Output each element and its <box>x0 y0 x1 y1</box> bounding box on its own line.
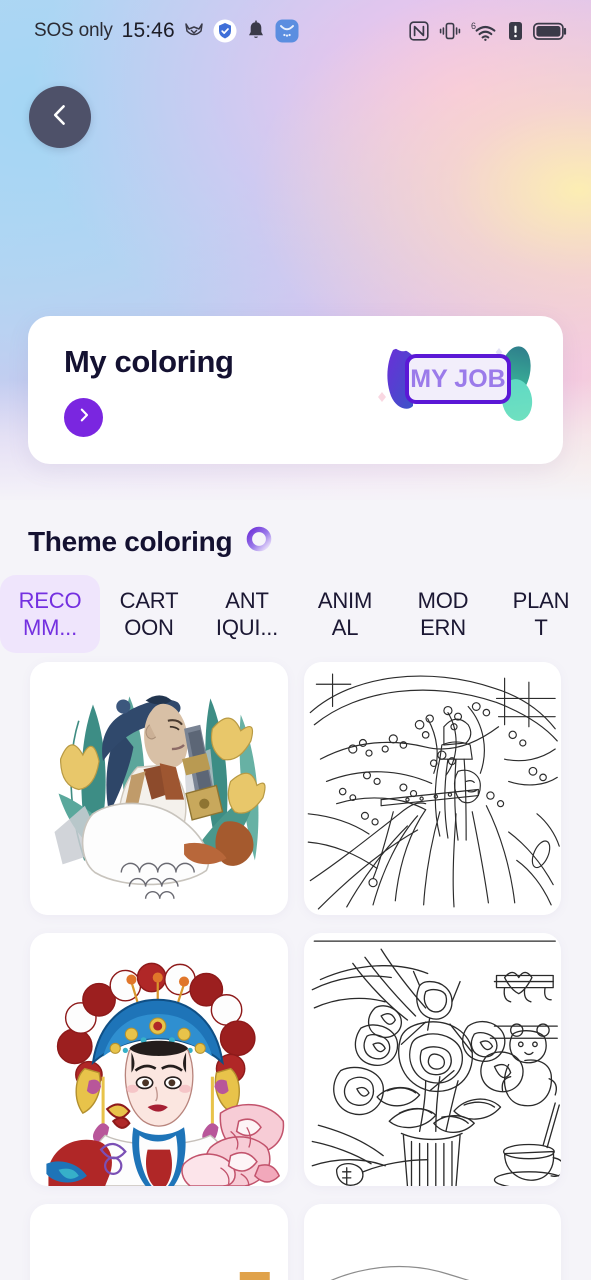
tab-plant[interactable]: PLAN T <box>492 575 590 653</box>
carrier-label: SOS only <box>34 20 113 41</box>
tab-plant-line1: PLAN <box>512 588 570 613</box>
theme-coloring-heading: Theme coloring <box>28 524 274 559</box>
fox-icon <box>184 22 204 40</box>
tab-cartoon-line1: CART <box>119 588 179 613</box>
tab-recommend-line1: RECO <box>18 588 82 613</box>
tab-modern-line2: ERN <box>420 615 466 640</box>
tab-plant-line2: T <box>534 615 548 640</box>
gallery-item-warrior-with-sword-colored[interactable]: Man with long dark hair and sword among … <box>30 662 288 915</box>
tab-modern[interactable]: MOD ERN <box>394 575 492 653</box>
tab-antique-line2: IQUI... <box>215 615 279 640</box>
status-bar: SOS only 15:46 6 <box>0 0 591 62</box>
gallery-item-flute-player-lineart[interactable]: Woman playing flute under blossom branch… <box>303 662 561 915</box>
my-job-text: MY JOB <box>410 365 505 393</box>
gallery-item-office-scene-colored[interactable]: Woman with bun at office desk with color… <box>30 1204 288 1280</box>
purple-ring-icon <box>244 524 274 559</box>
shield-icon <box>213 19 237 43</box>
tab-antique[interactable]: ANT IQUI... <box>198 575 296 653</box>
chevron-right-icon <box>76 407 92 428</box>
status-bar-right: 6 <box>409 21 567 42</box>
svg-text:6: 6 <box>471 21 476 31</box>
tab-recommend-line2: MM... <box>23 615 77 640</box>
my-job-banner-illustration: MY JOB <box>371 334 541 446</box>
gallery-item-peking-opera-lady-colored[interactable]: Peking opera performer with blue and red… <box>30 933 288 1186</box>
my-coloring-go-button[interactable] <box>64 398 103 437</box>
alert-icon <box>508 21 523 41</box>
wifi-6-icon: 6 <box>471 21 498 42</box>
theme-coloring-title: Theme coloring <box>28 525 233 557</box>
my-coloring-title: My coloring <box>64 344 234 379</box>
mail-app-icon <box>275 19 299 43</box>
theme-category-tabs[interactable]: RECO MM... CART OON ANT IQUI... ANIM AL … <box>0 575 591 653</box>
clock-label: 15:46 <box>121 19 175 42</box>
tab-cartoon-line2: OON <box>124 615 174 640</box>
tab-animal-line2: AL <box>331 615 359 640</box>
vibrate-icon <box>439 21 461 41</box>
gallery-item-abstract-waves-lineart[interactable]: Soft flowing abstract line waves <box>303 1204 561 1280</box>
nfc-icon <box>409 21 429 41</box>
my-coloring-card[interactable]: My coloring MY JOB <box>28 316 563 464</box>
tab-animal[interactable]: ANIM AL <box>296 575 394 653</box>
tab-cartoon[interactable]: CART OON <box>100 575 198 653</box>
status-bar-left: SOS only 15:46 <box>34 19 299 43</box>
tab-modern-line1: MOD <box>417 588 469 613</box>
coloring-gallery-grid: Man with long dark hair and sword among … <box>0 662 591 1280</box>
bell-icon <box>246 20 266 42</box>
battery-icon <box>533 22 567 41</box>
tab-animal-line1: ANIM <box>317 588 373 613</box>
tab-recommend[interactable]: RECO MM... <box>0 575 100 653</box>
gallery-item-rose-bouquet-lineart[interactable]: Bouquet of roses in vase with teddy bear… <box>303 933 561 1186</box>
tab-antique-line1: ANT <box>225 588 269 613</box>
coloring-app-screen: SOS only 15:46 6 My coloring MY JOB Them… <box>0 0 591 1280</box>
back-button[interactable]: Back <box>29 86 91 148</box>
